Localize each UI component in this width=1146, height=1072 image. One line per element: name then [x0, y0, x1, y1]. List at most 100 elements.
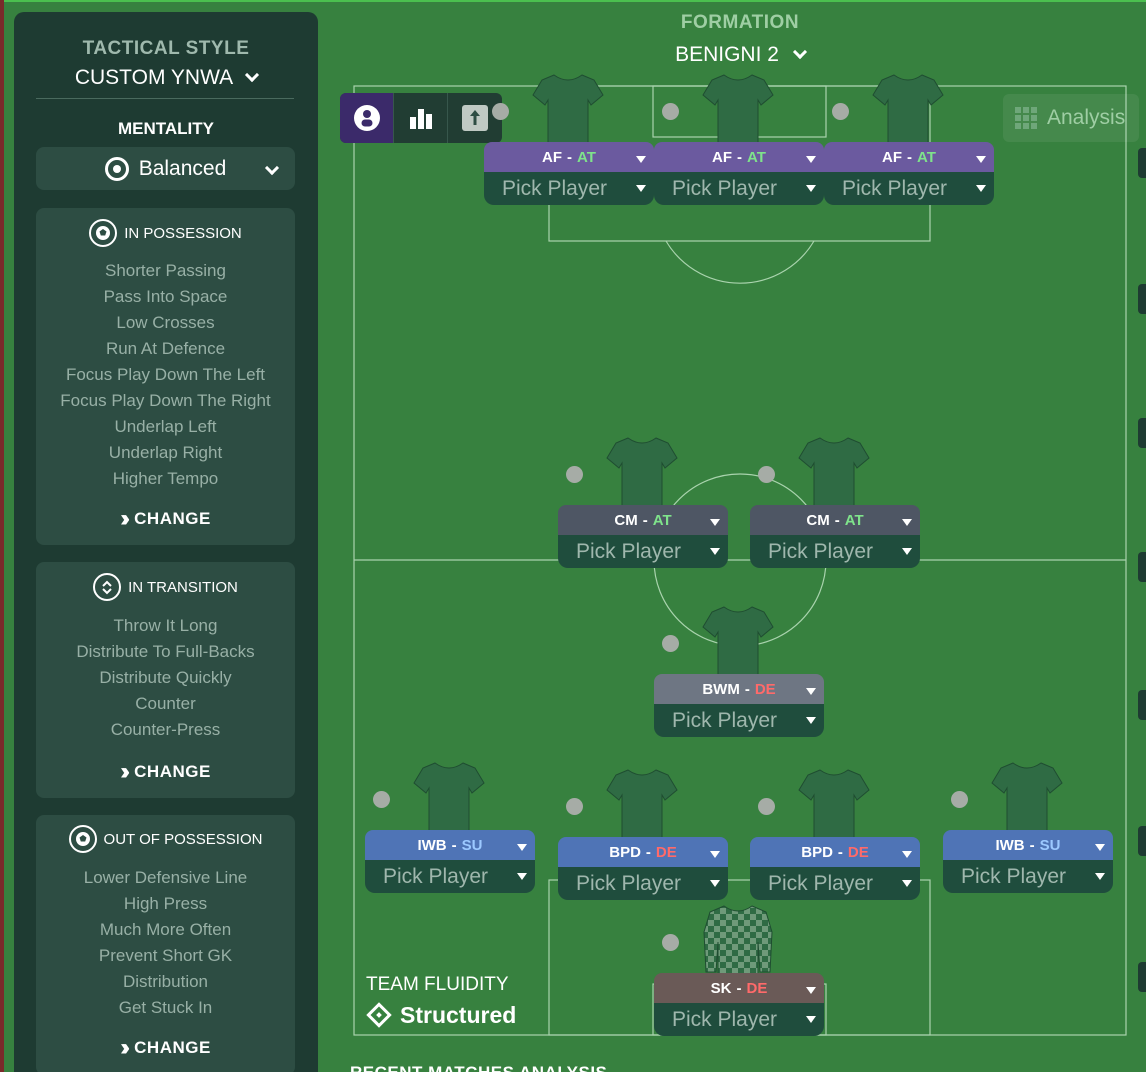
- player-slot-iwb-right: IWB - SU Pick Player: [943, 759, 1113, 894]
- player-status-dot: [566, 798, 583, 815]
- shirt-icon: [702, 74, 774, 146]
- player-view-button[interactable]: [340, 93, 394, 143]
- dropdown-triangle-icon: [710, 548, 720, 555]
- mentality-value: Balanced: [138, 156, 227, 180]
- shirt-icon: [991, 762, 1063, 834]
- role-code: IWB: [417, 836, 447, 854]
- instruction-item: Underlap Right: [108, 443, 223, 462]
- player-slot-cm-right: CM - AT Pick Player: [750, 434, 920, 569]
- change-label: CHANGE: [134, 762, 211, 781]
- instruction-item: Pass Into Space: [103, 287, 228, 306]
- dropdown-triangle-icon: [636, 156, 646, 163]
- player-status-dot: [566, 466, 583, 483]
- pick-player-dropdown[interactable]: Pick Player: [484, 172, 654, 205]
- role-selector[interactable]: CM - AT: [750, 505, 920, 535]
- out-of-possession-change-button[interactable]: ›› CHANGE: [36, 1035, 295, 1061]
- pick-player-dropdown[interactable]: Pick Player: [558, 867, 728, 900]
- player-slot-bwm: BWM - DE Pick Player: [654, 603, 824, 738]
- dropdown-triangle-icon: [976, 185, 986, 192]
- player-status-dot: [373, 791, 390, 808]
- role-selector[interactable]: AF - AT: [824, 142, 994, 172]
- bar-chart-icon: [409, 109, 432, 129]
- pick-player-dropdown[interactable]: Pick Player: [558, 535, 728, 568]
- role-selector[interactable]: BWM - DE: [654, 674, 824, 704]
- in-transition-change-button[interactable]: ›› CHANGE: [36, 759, 295, 785]
- goalkeeper-shirt-icon: [703, 905, 773, 977]
- instruction-item: Throw It Long: [113, 616, 218, 635]
- stats-view-button[interactable]: [394, 93, 448, 143]
- pick-player-dropdown[interactable]: Pick Player: [824, 172, 994, 205]
- out-of-possession-title: OUT OF POSSESSION: [103, 830, 263, 848]
- out-of-possession-list: Lower Defensive Line High Press Much Mor…: [36, 865, 295, 1021]
- shirt-icon: [798, 437, 870, 509]
- dropdown-triangle-icon: [806, 717, 816, 724]
- role-code: SK: [710, 979, 732, 997]
- pick-player-dropdown[interactable]: Pick Player: [654, 704, 824, 737]
- instruction-item: Prevent Short GK: [98, 946, 233, 965]
- side-panel-tab[interactable]: [1138, 552, 1146, 582]
- fluidity-diamond-icon: [366, 1002, 392, 1028]
- pick-player-dropdown[interactable]: Pick Player: [943, 860, 1113, 893]
- mentality-dropdown[interactable]: Balanced: [36, 147, 295, 190]
- duty-code: SU: [461, 836, 483, 854]
- role-selector[interactable]: IWB - SU: [365, 830, 535, 860]
- role-selector[interactable]: SK - DE: [654, 973, 824, 1003]
- dropdown-triangle-icon: [1095, 873, 1105, 880]
- formation-dropdown[interactable]: BENIGNI 2: [620, 40, 860, 70]
- team-fluidity-indicator[interactable]: Structured: [366, 1000, 516, 1030]
- pick-player-dropdown[interactable]: Pick Player: [654, 172, 824, 205]
- shirt-icon: [798, 769, 870, 841]
- dropdown-triangle-icon: [806, 156, 816, 163]
- mentality-label: MENTALITY: [117, 119, 214, 138]
- player-status-dot: [758, 798, 775, 815]
- duty-code: DE: [746, 979, 768, 997]
- side-panel-tab[interactable]: [1138, 418, 1146, 448]
- pick-player-label: Pick Player: [502, 176, 608, 200]
- dropdown-triangle-icon: [710, 880, 720, 887]
- dropdown-triangle-icon: [806, 688, 816, 695]
- side-panel-tab[interactable]: [1138, 826, 1146, 856]
- chevron-down-icon: [245, 67, 260, 83]
- side-panel-tab[interactable]: [1138, 284, 1146, 314]
- shirt-icon: [702, 606, 774, 678]
- player-slot-iwb-left: IWB - SU Pick Player: [365, 759, 535, 894]
- shirt-icon: [606, 769, 678, 841]
- shirt-icon: [413, 762, 485, 834]
- pick-player-label: Pick Player: [672, 708, 778, 732]
- pick-player-dropdown[interactable]: Pick Player: [750, 535, 920, 568]
- tactical-style-dropdown[interactable]: CUSTOM YNWA: [14, 64, 318, 92]
- pick-player-label: Pick Player: [768, 539, 874, 563]
- instruction-item: Much More Often: [99, 920, 232, 939]
- side-panel-tab[interactable]: [1138, 962, 1146, 992]
- in-transition-title: IN TRANSITION: [128, 578, 238, 596]
- duty-code: AT: [577, 148, 596, 166]
- pick-player-label: Pick Player: [383, 864, 489, 888]
- analysis-button[interactable]: Analysis: [1003, 94, 1139, 142]
- duty-code: DE: [754, 680, 776, 698]
- team-fluidity-label: TEAM FLUIDITY: [366, 974, 509, 995]
- role-code: AF: [882, 148, 903, 166]
- role-selector[interactable]: AF - AT: [654, 142, 824, 172]
- in-possession-change-button[interactable]: ›› CHANGE: [36, 506, 295, 532]
- shirt-icon: [606, 437, 678, 509]
- role-selector[interactable]: IWB - SU: [943, 830, 1113, 860]
- duty-code: AT: [652, 511, 672, 529]
- player-status-dot: [492, 103, 509, 120]
- pick-player-dropdown[interactable]: Pick Player: [654, 1003, 824, 1036]
- role-selector[interactable]: BPD - DE: [750, 837, 920, 867]
- instruction-item: Distribute To Full-Backs: [76, 642, 255, 661]
- tactics-sidebar: TACTICAL STYLE CUSTOM YNWA MENTALITY Bal…: [14, 12, 318, 1072]
- dropdown-triangle-icon: [806, 1016, 816, 1023]
- pick-player-label: Pick Player: [576, 539, 682, 563]
- side-panel-tab[interactable]: [1138, 690, 1146, 720]
- instruction-item: Get Stuck In: [118, 998, 213, 1017]
- pick-player-dropdown[interactable]: Pick Player: [365, 860, 535, 893]
- pick-player-dropdown[interactable]: Pick Player: [750, 867, 920, 900]
- role-selector[interactable]: AF - AT: [484, 142, 654, 172]
- role-selector[interactable]: BPD - DE: [558, 837, 728, 867]
- instruction-item: Counter-Press: [110, 720, 221, 739]
- role-selector[interactable]: CM - AT: [558, 505, 728, 535]
- side-panel-tab[interactable]: [1138, 148, 1146, 178]
- ball-icon: [89, 219, 118, 247]
- player-slot-sk: SK - DE Pick Player: [654, 902, 824, 1037]
